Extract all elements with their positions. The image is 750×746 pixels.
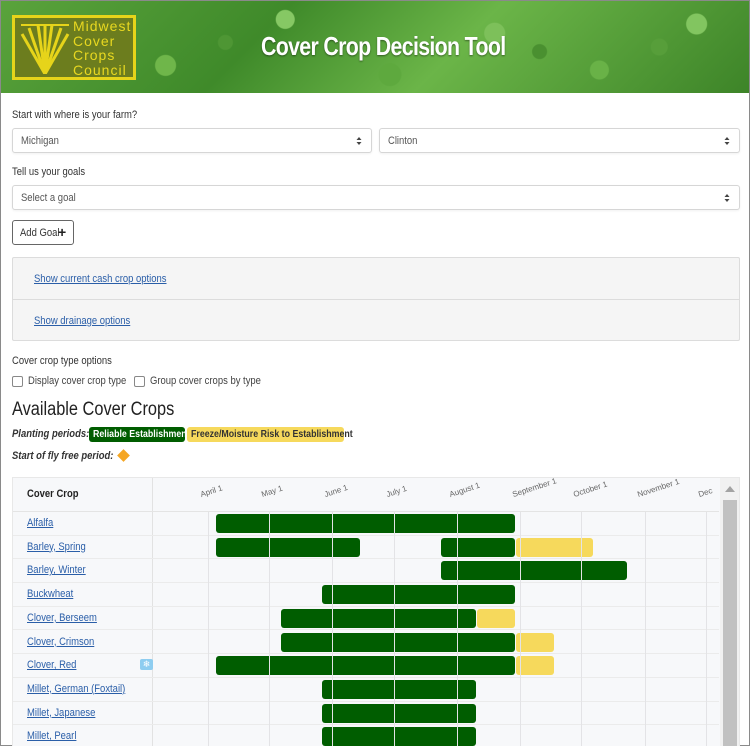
planting-periods-legend: Planting periods: Reliable Establishment… [12, 427, 412, 443]
crop-row: Clover, Crimson [13, 631, 719, 655]
month-gridline [332, 512, 334, 746]
type-options-label: Cover crop type options [12, 355, 112, 367]
logo-text: Midwest Cover Crops Council [73, 19, 135, 77]
group-type-checkbox[interactable] [134, 376, 145, 387]
select-arrows-icon [356, 137, 362, 145]
sun-rays-icon [20, 24, 70, 74]
location-prompt: Start with where is your farm? [12, 109, 138, 121]
state-value: Michigan [21, 135, 59, 147]
display-type-label[interactable]: Display cover crop type [28, 375, 126, 387]
add-goal-label: Add Goal [20, 227, 60, 239]
crop-name-link[interactable]: Clover, Crimson [27, 636, 94, 648]
goals-prompt: Tell us your goals [12, 166, 86, 178]
mccc-logo[interactable]: Midwest Cover Crops Council [12, 15, 136, 80]
month-gridline [644, 512, 646, 746]
crop-name-link[interactable]: Buckwheat [27, 588, 73, 600]
scrollbar-thumb[interactable] [723, 500, 737, 746]
month-gridline [705, 512, 707, 746]
crop-row: Millet, Japanese [13, 702, 719, 726]
logo-line: Council [73, 61, 127, 78]
gantt-header: Cover Crop [13, 478, 719, 512]
month-gridline [520, 512, 522, 746]
crop-name-link[interactable]: Clover, Berseem [27, 612, 97, 624]
month-gridline [393, 512, 395, 746]
crop-row: Alfalfa [13, 512, 719, 536]
crop-row: Buckwheat [13, 583, 719, 607]
planting-periods-label: Planting periods: [12, 428, 90, 440]
logo-line: Midwest [73, 18, 132, 34]
add-goal-button[interactable]: Add Goal + [12, 220, 74, 245]
gantt-scrollbar[interactable] [720, 478, 739, 746]
app-title: Cover Crop Decision Tool [261, 31, 506, 61]
reliable-establishment-bar[interactable] [322, 703, 477, 723]
legend-reliable-badge: Reliable Establishment [89, 427, 190, 442]
crop-name-link[interactable]: Alfalfa [27, 517, 53, 529]
crop-row: Barley, Winter [13, 559, 719, 584]
reliable-establishment-bar[interactable] [440, 561, 628, 581]
select-arrows-icon [724, 194, 730, 202]
crop-name-link[interactable]: Barley, Winter [27, 564, 86, 576]
crop-name-link[interactable]: Clover, Red [27, 659, 76, 671]
panel-divider [13, 299, 739, 300]
reliable-establishment-bar[interactable] [322, 679, 477, 699]
reliable-establishment-bar[interactable] [216, 514, 516, 533]
reliable-establishment-bar[interactable] [322, 727, 477, 746]
risk-establishment-bar[interactable] [477, 608, 516, 628]
reliable-establishment-bar[interactable] [216, 656, 516, 676]
crop-row: Millet, Pearl [13, 725, 719, 746]
reliable-establishment-bar[interactable] [322, 585, 516, 605]
crop-name-link[interactable]: Barley, Spring [27, 541, 86, 553]
crop-row: Clover, Berseem [13, 607, 719, 631]
logo-line: Crops [73, 47, 116, 63]
available-cover-crops-title: Available Cover Crops [12, 399, 175, 420]
risk-establishment-bar[interactable] [516, 656, 554, 676]
month-gridline [581, 512, 583, 746]
state-select[interactable]: Michigan [12, 128, 372, 153]
options-panel: Show current cash crop options Show drai… [12, 257, 740, 341]
county-select[interactable]: Clinton [379, 128, 740, 153]
month-gridline [269, 512, 271, 746]
plus-icon: + [58, 224, 67, 240]
crop-row: Millet, German (Foxtail) [13, 678, 719, 702]
crop-name-link[interactable]: Millet, Pearl [27, 730, 76, 742]
display-type-checkbox[interactable] [12, 376, 23, 387]
goal-placeholder: Select a goal [21, 192, 76, 204]
cover-crop-column-header: Cover Crop [27, 488, 79, 500]
header-banner: Midwest Cover Crops Council Cover Crop D… [1, 1, 749, 93]
logo-line: Cover [73, 32, 116, 49]
goal-select[interactable]: Select a goal [12, 185, 740, 210]
fly-free-legend: Start of fly free period: [12, 449, 212, 465]
reliable-establishment-bar[interactable] [440, 537, 516, 557]
crop-row: Clover, Red ❄ [13, 654, 719, 678]
crop-row: Barley, Spring [13, 536, 719, 560]
county-value: Clinton [388, 135, 418, 147]
reliable-establishment-bar[interactable] [281, 632, 516, 652]
scroll-up-arrow-icon[interactable] [725, 486, 735, 492]
show-drainage-options-link[interactable]: Show drainage options [34, 315, 130, 327]
snowflake-icon[interactable]: ❄ [140, 659, 153, 671]
reliable-establishment-bar[interactable] [281, 608, 477, 628]
show-cash-crop-options-link[interactable]: Show current cash crop options [34, 273, 167, 285]
month-gridline [208, 512, 209, 746]
fly-free-label: Start of fly free period: [12, 450, 114, 462]
reliable-establishment-bar[interactable] [216, 537, 360, 557]
legend-risk-badge: Freeze/Moisture Risk to Establishment [187, 427, 353, 442]
risk-establishment-bar[interactable] [516, 632, 554, 652]
month-gridline [456, 512, 458, 746]
group-type-label[interactable]: Group cover crops by type [150, 375, 261, 387]
fly-free-diamond-icon [117, 449, 130, 462]
crop-name-link[interactable]: Millet, Japanese [27, 707, 95, 719]
crop-name-link[interactable]: Millet, German (Foxtail) [27, 683, 125, 695]
cover-crop-gantt-chart: Cover Crop Alfalfa Barley, Spring Barley, … [12, 477, 740, 746]
select-arrows-icon [724, 137, 730, 145]
